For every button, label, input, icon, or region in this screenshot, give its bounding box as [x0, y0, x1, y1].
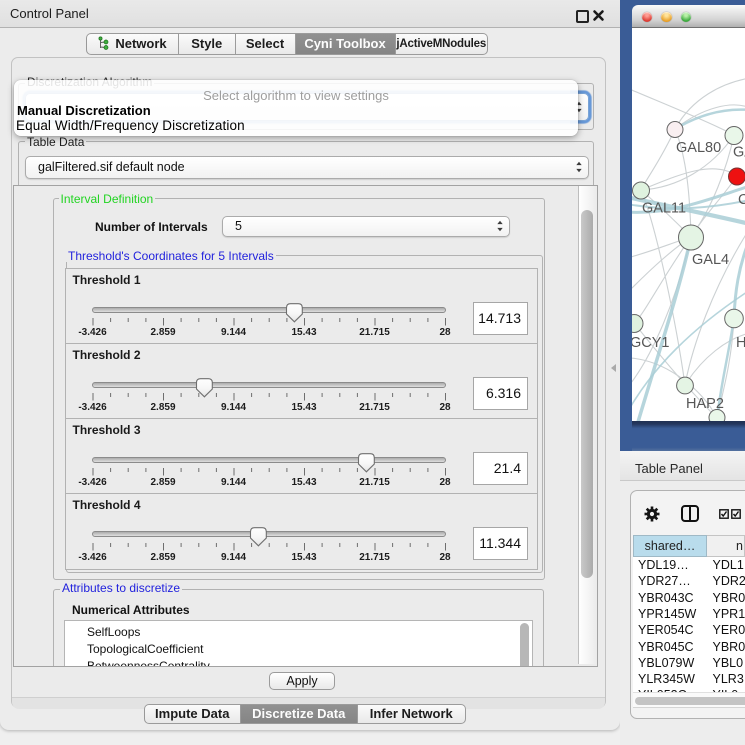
svg-text:GAL4: GAL4 — [692, 252, 729, 268]
svg-text:HAP2: HAP2 — [686, 396, 724, 412]
svg-text:C: C — [738, 192, 745, 208]
svg-text:GAL11: GAL11 — [642, 200, 686, 216]
svg-text:GCY1: GCY1 — [632, 335, 670, 351]
svg-text:GAL80: GAL80 — [676, 140, 721, 156]
svg-text:H: H — [736, 335, 745, 351]
svg-text:GA: GA — [733, 144, 745, 160]
